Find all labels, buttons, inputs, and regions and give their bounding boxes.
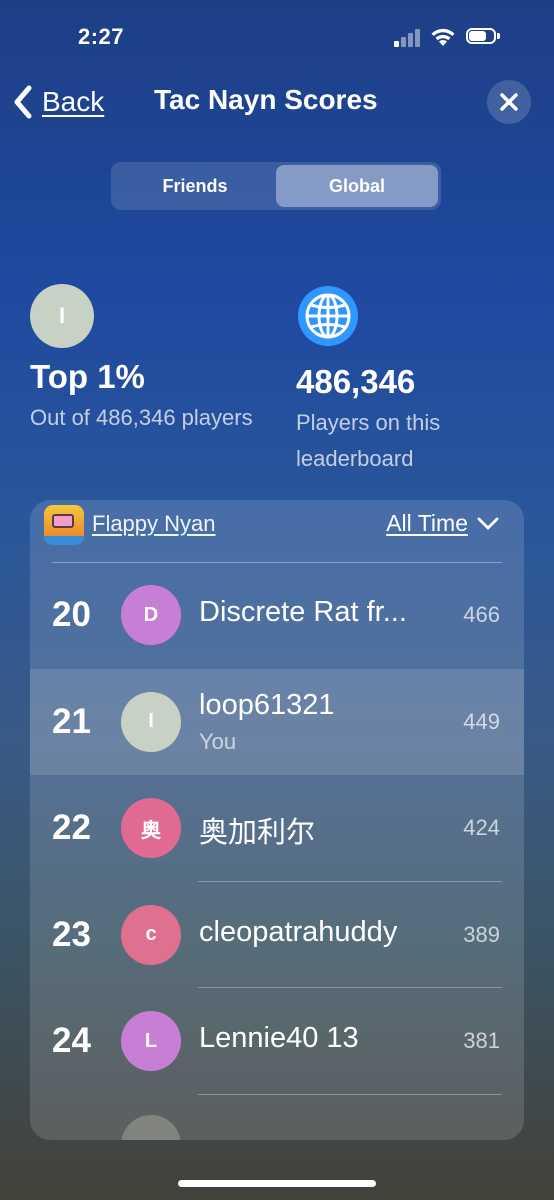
globe-icon (298, 286, 358, 346)
player-name: Discrete Rat fr... (199, 596, 407, 628)
leaderboard-row[interactable]: 20 D Discrete Rat fr... 466 (30, 562, 524, 669)
segment-global[interactable]: Global (276, 165, 438, 207)
leaderboard-row[interactable]: 24 L Lennie40 13 381 (30, 988, 524, 1095)
player-score: 424 (463, 815, 500, 840)
navigation-bar: Back Tac Nayn Scores (0, 76, 554, 126)
battery-icon (466, 28, 500, 46)
leaderboard-header: Flappy Nyan All Time (30, 500, 524, 550)
time-period-dropdown[interactable]: All Time (386, 510, 500, 537)
wifi-icon (431, 28, 455, 46)
avatar: D (121, 585, 181, 645)
scope-segmented-control: Friends Global (111, 162, 441, 210)
avatar: L (121, 1011, 181, 1071)
row-rank: 22 (52, 808, 91, 847)
current-user-label: You (199, 728, 237, 754)
player-score: 389 (463, 921, 500, 947)
leaderboard-list: 20 D Discrete Rat fr... 466 21 I loop613… (30, 562, 524, 1140)
back-label: Back (42, 86, 105, 117)
player-score: 466 (463, 602, 500, 627)
player-name: cleopatrahuddy (199, 915, 398, 948)
status-time: 2:27 (78, 24, 125, 49)
row-rank: 24 (52, 1021, 91, 1060)
game-link[interactable]: Flappy Nyan (92, 511, 216, 537)
cellular-signal-icon (394, 29, 422, 47)
status-bar: 2:27 (0, 0, 554, 76)
home-indicator[interactable] (178, 1180, 376, 1187)
avatar: 奥 (121, 798, 181, 858)
close-button[interactable] (487, 80, 531, 124)
segment-friends[interactable]: Friends (114, 165, 276, 207)
avatar: c (121, 904, 181, 965)
avatar: I (121, 691, 181, 752)
close-icon (500, 93, 518, 111)
players-count: 486,346 (296, 363, 416, 400)
avatar (121, 1114, 181, 1140)
leaderboard-row-partial (30, 1095, 524, 1140)
leaderboard-row[interactable]: 23 c cleopatrahuddy 389 (30, 882, 524, 988)
leaderboard-row[interactable]: 22 奥 奥加利尔 424 (30, 775, 524, 882)
players-stat: 486,346 Players on this leaderboard (296, 284, 526, 477)
back-button[interactable]: Back (12, 80, 104, 124)
chevron-down-icon (477, 517, 499, 529)
page-title: Tac Nayn Scores (154, 84, 378, 115)
player-name: 奥加利尔 (199, 817, 316, 849)
row-rank: 20 (52, 595, 91, 634)
row-rank: 23 (52, 914, 91, 954)
player-score: 381 (463, 1028, 500, 1053)
players-subtitle: Players on this leaderboard (296, 410, 441, 471)
player-name: loop61321 (199, 688, 335, 721)
chevron-left-icon (14, 85, 32, 119)
player-score: 449 (463, 708, 500, 734)
player-name: Lennie40 13 (199, 1022, 359, 1054)
rank-subtitle: Out of 486,346 players (30, 405, 253, 430)
game-app-icon (44, 505, 84, 545)
player-avatar: I (30, 284, 94, 348)
row-rank: 21 (52, 701, 91, 741)
leaderboard-card: Flappy Nyan All Time 20 D Discrete Rat f… (30, 500, 524, 1140)
rank-stat: I Top 1% Out of 486,346 players (30, 284, 260, 436)
rank-percentile: Top 1% (30, 358, 145, 395)
leaderboard-row-current-user[interactable]: 21 I loop61321 You 449 (30, 668, 524, 775)
time-period-label: All Time (386, 510, 468, 536)
